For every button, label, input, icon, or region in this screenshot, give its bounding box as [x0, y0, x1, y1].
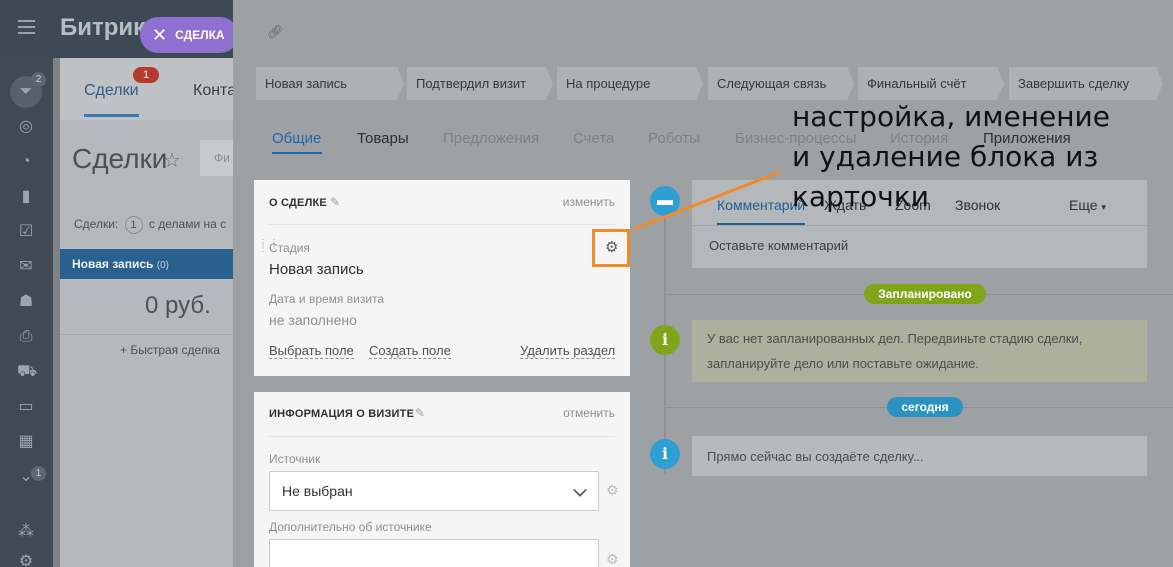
- left-rail: ⏷ 2 ◎ ◔ ▮ ☑ ✉ ☗ ⎙ ⛟ ▭ ▦ ⌄ 1 ⁂ ⚙: [0, 58, 53, 567]
- select-field-link[interactable]: Выбрать поле: [269, 344, 354, 359]
- visit-value[interactable]: не заполнено: [269, 312, 357, 328]
- funnel-icon[interactable]: ⏷: [17, 83, 35, 101]
- tab-badge: 1: [133, 67, 159, 83]
- column-sum: 0 руб.: [145, 292, 211, 319]
- star-icon[interactable]: ☆: [163, 148, 181, 173]
- delete-section-link[interactable]: Удалить раздел: [520, 344, 616, 359]
- apps-icon[interactable]: ▦: [17, 433, 35, 451]
- info-icon: i: [650, 439, 680, 469]
- brand-logo: Битрик: [60, 14, 146, 41]
- today-text: Прямо сейчас вы создаёте сделку...: [707, 449, 924, 464]
- counter-count[interactable]: 1: [124, 216, 143, 234]
- link-icon[interactable]: 🔗︎: [267, 24, 284, 40]
- tab-products[interactable]: Товары: [357, 130, 409, 147]
- extra-source-input[interactable]: [269, 539, 599, 567]
- printer-icon[interactable]: ⎙: [17, 328, 35, 346]
- stage-item[interactable]: Финальный счёт: [858, 67, 1004, 100]
- deal-counter: Сделки: 1 с делами на с: [74, 216, 226, 234]
- deal-card-slider: 🔗︎ Новая запись Подтвердил визит На проц…: [233, 0, 1173, 567]
- menu-icon[interactable]: [18, 20, 35, 34]
- planned-text: У вас нет запланированных дел. Передвинь…: [707, 331, 1083, 371]
- stage-item[interactable]: На процедуре: [557, 67, 703, 100]
- stage-bar: Новая запись Подтвердил визит На процеду…: [256, 67, 1166, 100]
- about-deal-block: О СДЕЛКЕ ✎ изменить ⋮⋮ ⋮⋮ Стадия Новая за…: [254, 180, 630, 376]
- planned-badge: Запланировано: [864, 284, 986, 304]
- chart-icon[interactable]: ▮: [17, 188, 35, 206]
- stage-item[interactable]: Новая запись: [256, 67, 404, 100]
- tab-robots[interactable]: Роботы: [648, 130, 700, 147]
- stage-label: Стадия: [269, 241, 310, 255]
- visit-info-block: ИНФОРМАЦИЯ О ВИЗИТЕ ✎ отменить Источник …: [254, 392, 630, 567]
- divider: [60, 334, 240, 335]
- active-tab-underline: [272, 152, 322, 154]
- extra-source-label: Дополнительно об источнике: [269, 520, 432, 534]
- source-select[interactable]: Не выбран: [269, 471, 599, 511]
- source-label: Источник: [269, 452, 321, 466]
- today-badge: сегодня: [887, 397, 963, 417]
- gear-icon[interactable]: ⚙: [605, 240, 618, 256]
- close-icon: ✕: [152, 24, 168, 45]
- edit-link[interactable]: изменить: [563, 195, 615, 209]
- settings-icon[interactable]: ⚙: [17, 553, 35, 567]
- tab-invoices[interactable]: Счета: [573, 130, 614, 147]
- comment-input[interactable]: Оставьте комментарий: [709, 238, 848, 253]
- gear-icon[interactable]: ⚙: [606, 482, 619, 499]
- rail-badge: 2: [31, 72, 46, 87]
- stage-value[interactable]: Новая запись: [269, 261, 364, 278]
- clock-icon[interactable]: ◔: [17, 153, 35, 171]
- close-slider-button[interactable]: ✕ СДЕЛКА: [140, 17, 238, 53]
- counter-prefix: Сделки:: [74, 217, 119, 231]
- tab-general[interactable]: Общие: [272, 130, 321, 147]
- quick-deal-button[interactable]: + Быстрая сделка: [120, 343, 220, 357]
- cancel-link[interactable]: отменить: [563, 406, 615, 420]
- tab-deals[interactable]: Сделки: [84, 82, 139, 100]
- mail-icon[interactable]: ✉: [17, 258, 35, 276]
- cart-icon[interactable]: ⛟: [17, 363, 37, 381]
- stage-item[interactable]: Следующая связь: [708, 67, 854, 100]
- robot-icon[interactable]: ☗: [17, 293, 35, 311]
- close-slider-label: СДЕЛКА: [175, 28, 225, 42]
- tab-contacts[interactable]: Конта: [193, 82, 236, 100]
- annotation-text: настройка, именение и удаление блока из …: [792, 100, 1110, 213]
- rail-badge: 1: [31, 466, 46, 481]
- divider: [269, 436, 615, 437]
- planned-notice: У вас нет запланированных дел. Передвинь…: [692, 320, 1147, 382]
- visit-label: Дата и время визита: [269, 292, 385, 306]
- target-icon[interactable]: ◎: [17, 118, 35, 136]
- column-name: Новая запись: [72, 257, 154, 271]
- block-title: О СДЕЛКЕ: [269, 197, 327, 209]
- page-title: Сделки: [72, 143, 168, 174]
- comment-icon: ▬: [650, 186, 680, 216]
- info-icon: i: [650, 325, 680, 355]
- window-icon[interactable]: ▭: [17, 398, 35, 416]
- column-header[interactable]: Новая запись (0): [60, 249, 240, 279]
- counter-suffix: с делами на с: [148, 217, 227, 231]
- stage-item[interactable]: Подтвердил визит: [407, 67, 553, 100]
- pencil-icon[interactable]: ✎: [415, 406, 425, 420]
- tab-quotes[interactable]: Предложения: [443, 130, 539, 147]
- gear-icon[interactable]: ⚙: [606, 551, 619, 567]
- pencil-icon[interactable]: ✎: [330, 195, 340, 209]
- divider: [269, 224, 615, 225]
- network-icon[interactable]: ⁂: [17, 523, 35, 541]
- crm-tabs: Сделки 1 Конта: [60, 58, 240, 120]
- column-count: (0): [156, 260, 169, 271]
- create-field-link[interactable]: Создать поле: [369, 344, 451, 359]
- divider: [692, 225, 1147, 226]
- source-value: Не выбран: [282, 483, 353, 499]
- block-settings-highlight[interactable]: ⚙: [592, 229, 630, 267]
- task-icon[interactable]: ☑: [17, 223, 35, 241]
- block-title: ИНФОРМАЦИЯ О ВИЗИТЕ: [269, 408, 415, 420]
- chevron-down-icon: [573, 483, 587, 497]
- tab-underline: [84, 114, 139, 117]
- today-notice: Прямо сейчас вы создаёте сделку...: [692, 436, 1147, 476]
- stage-item[interactable]: Завершить сделку: [1009, 67, 1163, 100]
